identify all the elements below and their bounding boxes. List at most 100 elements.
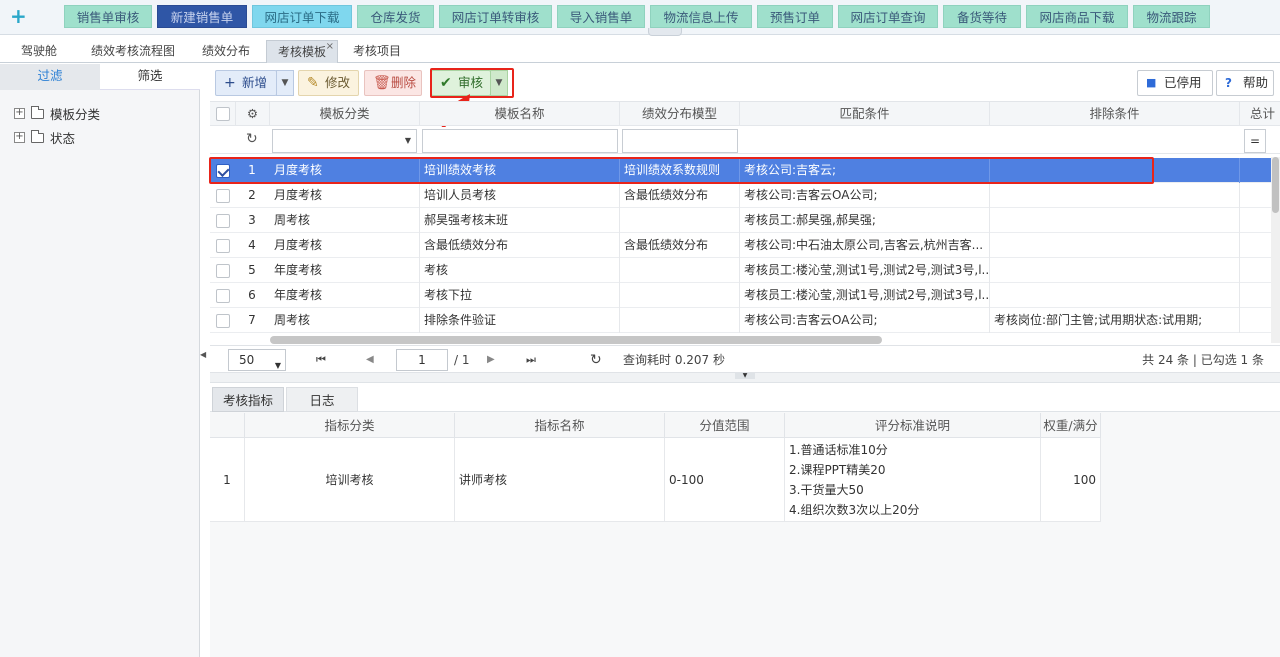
quick-menu-logistics-track[interactable]: 物流跟踪 [1133,5,1210,28]
col-template-name[interactable]: 模板名称 [420,102,620,126]
quick-menu-order-to-audit[interactable]: 网店订单转审核 [439,5,552,28]
col-total[interactable]: 总计 [1240,102,1280,126]
page-input[interactable]: 1 [396,349,448,371]
col-match-condition[interactable]: 匹配条件 [740,102,990,126]
next-page-icon[interactable]: ▶ [487,350,495,370]
quick-menu-presale[interactable]: 预售订单 [757,5,833,28]
quick-menu-stock-wait[interactable]: 备货等待 [943,5,1021,28]
collapse-handle[interactable] [648,28,682,36]
gear-icon[interactable]: ⚙ [247,106,258,121]
cell-exclude[interactable] [990,258,1240,283]
tab-select[interactable]: 筛选 [100,64,200,90]
model-filter-input[interactable] [622,129,738,153]
col-weight[interactable]: 权重/满分 [1041,413,1101,438]
row-checkbox[interactable] [216,214,230,228]
table-row[interactable]: 3 周考核 郝昊强考核末班 考核员工:郝昊强,郝昊强; [210,208,1280,233]
col-indicator-name[interactable]: 指标名称 [455,413,665,438]
tab-cockpit[interactable]: 驾驶舱 [4,40,74,63]
cell-name[interactable]: 含最低绩效分布 [420,233,620,258]
cell-name[interactable]: 郝昊强考核末班 [420,208,620,233]
row-checkbox[interactable] [216,264,230,278]
quick-menu-warehouse-ship[interactable]: 仓库发货 [357,5,434,28]
quick-menu-import-sales[interactable]: 导入销售单 [557,5,645,28]
expand-icon[interactable]: + [14,132,25,143]
cell-category[interactable]: 年度考核 [270,258,420,283]
cell-name[interactable]: 考核 [420,258,620,283]
cell-match[interactable]: 考核员工:郝昊强,郝昊强; [740,208,990,233]
tab-items[interactable]: 考核项目 [342,40,412,63]
delete-button[interactable]: 🗑 删除 [364,70,422,96]
cell-name[interactable]: 考核下拉 [420,283,620,308]
indicator-range[interactable]: 0-100 [665,438,785,522]
cell-model[interactable]: 含最低绩效分布 [620,233,740,258]
tab-distribution[interactable]: 绩效分布 [192,40,260,63]
last-page-icon[interactable]: ⏭ [526,350,536,370]
refresh-icon[interactable]: ↻ [246,131,258,147]
quick-menu-product-download[interactable]: 网店商品下载 [1026,5,1128,28]
col-exclude-condition[interactable]: 排除条件 [990,102,1240,126]
indicator-weight[interactable]: 100 [1041,438,1101,522]
refresh-icon[interactable]: ↻ [590,350,602,370]
name-filter-input[interactable] [422,129,618,153]
cell-category[interactable]: 月度考核 [270,233,420,258]
quick-menu-order-query[interactable]: 网店订单查询 [838,5,938,28]
table-row[interactable]: 4 月度考核 含最低绩效分布 含最低绩效分布 考核公司:中石油太原公司,吉客云,杭州吉客… [210,233,1280,258]
collapse-left-icon[interactable]: ◀ [200,350,206,370]
cell-match[interactable]: 考核公司:吉客云OA公司; [740,183,990,208]
cell-category[interactable]: 年度考核 [270,283,420,308]
indicator-category[interactable]: 培训考核 [245,438,455,522]
cell-match[interactable]: 考核公司:吉客云OA公司; [740,308,990,333]
tab-indicators[interactable]: 考核指标 [212,387,284,412]
cell-match[interactable]: 考核员工:楼沁莹,测试1号,测试2号,测试3号,l... [740,283,990,308]
row-checkbox[interactable] [216,314,230,328]
cell-model[interactable]: 含最低绩效分布 [620,183,740,208]
edit-button[interactable]: ✎ 修改 [298,70,359,96]
cell-exclude[interactable] [990,233,1240,258]
cell-exclude[interactable] [990,283,1240,308]
tab-template[interactable]: 考核模板 × [266,40,338,63]
table-row[interactable]: 5 年度考核 考核 考核员工:楼沁莹,测试1号,测试2号,测试3号,l... [210,258,1280,283]
col-template-category[interactable]: 模板分类 [270,102,420,126]
disabled-button[interactable]: ■ 已停用 [1137,70,1213,96]
cell-model[interactable] [620,258,740,283]
cell-category[interactable]: 周考核 [270,308,420,333]
indicator-description[interactable]: 1.普通话标准10分 2.课程PPT精美20 3.干货量大50 4.组织次数3次… [785,438,1041,522]
quick-menu-logistics-upload[interactable]: 物流信息上传 [650,5,752,28]
tab-filter[interactable]: 过滤 [0,64,100,90]
add-dropdown-button[interactable]: ▼ [276,70,294,96]
cell-exclude[interactable] [990,208,1240,233]
row-checkbox[interactable] [216,189,230,203]
cell-category[interactable]: 周考核 [270,208,420,233]
cell-model[interactable] [620,283,740,308]
category-filter-select[interactable]: ▼ [272,129,417,153]
tree-item-status[interactable]: + 状态 [14,128,75,147]
horizontal-scrollbar[interactable] [270,336,882,344]
tab-log[interactable]: 日志 [286,387,358,412]
quick-menu-order-download[interactable]: 网店订单下载 [252,5,352,28]
indicator-name[interactable]: 讲师考核 [455,438,665,522]
cell-model[interactable] [620,208,740,233]
collapse-down-icon[interactable]: ▼ [735,373,755,379]
quick-menu-sales-audit[interactable]: 销售单审核 [64,5,152,28]
select-all-checkbox[interactable] [216,107,230,121]
total-filter-operator[interactable]: = [1244,129,1266,153]
cell-match[interactable]: 考核公司:中石油太原公司,吉客云,杭州吉客... [740,233,990,258]
col-scoring-desc[interactable]: 评分标准说明 [785,413,1041,438]
vertical-scrollbar[interactable] [1271,157,1280,343]
vertical-scroll-thumb[interactable] [1272,157,1279,213]
cell-exclude[interactable]: 考核岗位:部门主管;试用期状态:试用期; [990,308,1240,333]
cell-exclude[interactable] [990,183,1240,208]
col-indicator-category[interactable]: 指标分类 [245,413,455,438]
settings-header[interactable]: ⚙ [236,102,270,126]
expand-icon[interactable]: + [14,108,25,119]
cell-name[interactable]: 排除条件验证 [420,308,620,333]
first-page-icon[interactable]: ⏮ [316,350,326,370]
col-score-range[interactable]: 分值范围 [665,413,785,438]
table-row[interactable]: 6 年度考核 考核下拉 考核员工:楼沁莹,测试1号,测试2号,测试3号,l... [210,283,1280,308]
cell-match[interactable]: 考核员工:楼沁莹,测试1号,测试2号,测试3号,l... [740,258,990,283]
add-quick-menu-icon[interactable]: + [10,4,27,28]
table-row[interactable]: 7 周考核 排除条件验证 考核公司:吉客云OA公司; 考核岗位:部门主管;试用期状态:试… [210,308,1280,333]
quick-menu-new-sales[interactable]: 新建销售单 [157,5,247,28]
table-row[interactable]: 2 月度考核 培训人员考核 含最低绩效分布 考核公司:吉客云OA公司; [210,183,1280,208]
splitter[interactable]: ▼ [210,373,1280,383]
